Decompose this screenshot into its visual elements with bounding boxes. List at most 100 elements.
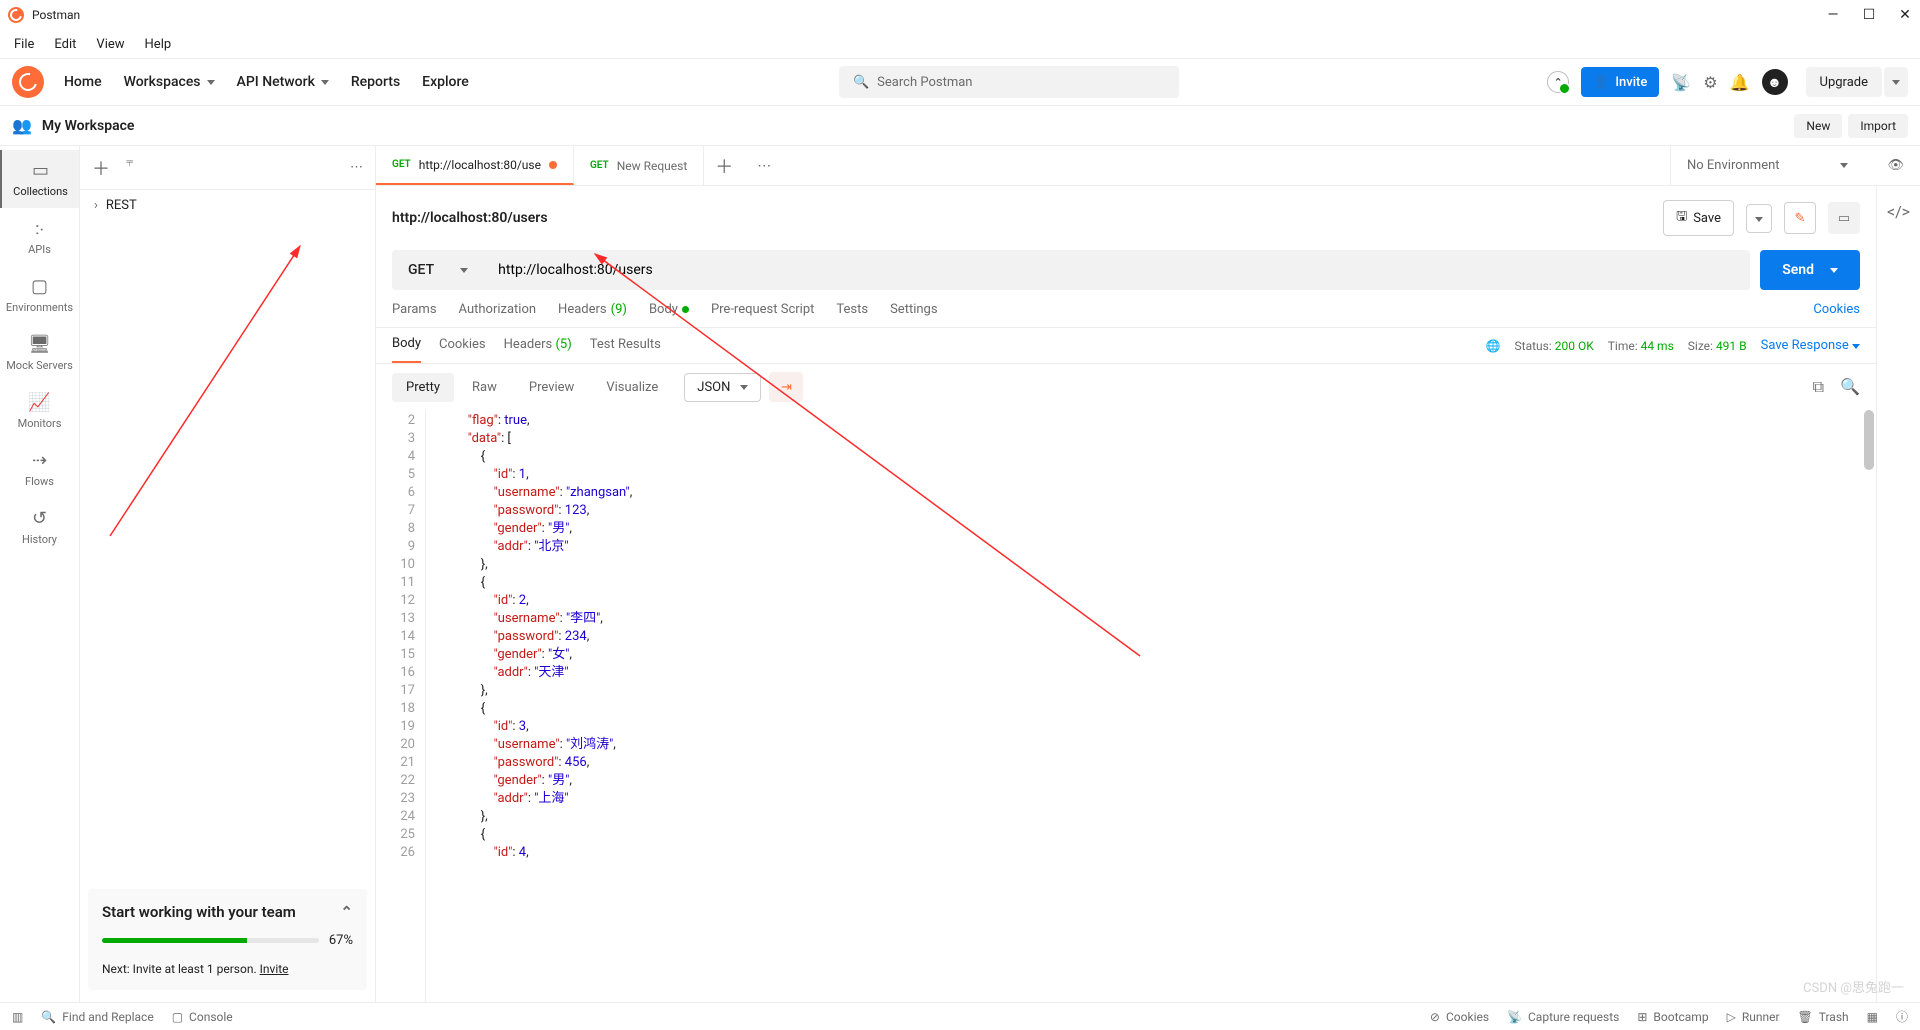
tree-item-rest[interactable]: › REST [80, 190, 375, 221]
window-minimize-icon[interactable]: — [1826, 7, 1840, 23]
menu-view[interactable]: View [88, 35, 132, 54]
footer-layout-icon[interactable]: ▦ [1867, 1010, 1878, 1024]
footer-trash[interactable]: 🗑 Trash [1798, 1010, 1849, 1024]
chevron-down-icon [460, 268, 468, 273]
comment-icon[interactable]: ▭ [1828, 202, 1860, 234]
format-selector[interactable]: JSON [684, 373, 761, 402]
globe-icon[interactable]: 🌐 [1486, 339, 1501, 353]
cookies-link[interactable]: Cookies [1813, 302, 1860, 327]
time-label: Time: 44 ms [1608, 339, 1674, 353]
avatar[interactable]: ☻ [1762, 69, 1788, 95]
code-snippet-icon[interactable]: </> [1887, 202, 1910, 221]
progress-bar [102, 938, 319, 943]
nav-reports[interactable]: Reports [349, 70, 402, 94]
footer-runner[interactable]: ▷ Runner [1727, 1010, 1780, 1024]
flows-icon: ⇢ [32, 450, 47, 471]
scrollbar[interactable] [1864, 410, 1874, 470]
save-button[interactable]: 🖫Save [1663, 200, 1734, 236]
footer-find-replace[interactable]: 🔍Find and Replace [41, 1010, 153, 1024]
footer-help-icon[interactable]: ⓘ [1896, 1008, 1908, 1025]
resp-tab-body[interactable]: Body [392, 336, 421, 363]
upgrade-button[interactable]: Upgrade [1806, 67, 1882, 97]
new-button[interactable]: New [1794, 114, 1842, 138]
tab-body[interactable]: Body [649, 302, 689, 327]
menu-help[interactable]: Help [137, 35, 180, 54]
settings-icon[interactable]: ⚙ [1703, 73, 1717, 92]
resp-tab-cookies[interactable]: Cookies [439, 337, 486, 362]
window-close-icon[interactable]: ✕ [1898, 7, 1912, 23]
progress-percent: 67% [329, 933, 353, 948]
footer-cookies[interactable]: ⊘ Cookies [1430, 1010, 1489, 1024]
sync-status-icon[interactable]: ⌃ [1547, 71, 1569, 93]
save-response-button[interactable]: Save Response [1761, 338, 1860, 353]
nav-explore[interactable]: Explore [420, 70, 471, 94]
rail-flows[interactable]: ⇢Flows [0, 440, 79, 498]
resp-tab-headers[interactable]: Headers (5) [504, 337, 572, 362]
wrap-lines-icon[interactable]: ⇥ [769, 372, 803, 402]
rail-environments[interactable]: ▢Environments [0, 266, 79, 324]
send-button[interactable]: Send [1760, 250, 1860, 290]
upgrade-caret[interactable] [1884, 67, 1908, 97]
search-input[interactable]: 🔍 Search Postman [839, 66, 1179, 98]
save-icon: 🖫 [1676, 207, 1687, 229]
apis-icon: ჻ [35, 218, 43, 239]
tab-label: New Request [617, 159, 688, 173]
postman-logo-icon[interactable] [12, 66, 44, 98]
chevron-down-icon [207, 80, 215, 85]
copy-icon[interactable]: ⧉ [1813, 377, 1824, 397]
satellite-icon[interactable]: 📡 [1671, 73, 1691, 92]
request-title: http://localhost:80/users [392, 210, 548, 226]
method-selector[interactable]: GET [392, 250, 484, 290]
rail-monitors[interactable]: 📈Monitors [0, 382, 79, 440]
rail-collections[interactable]: ▭Collections [0, 150, 79, 208]
tab-headers[interactable]: Headers (9) [558, 302, 627, 327]
footer-sidebar-toggle[interactable]: ▥ [12, 1010, 23, 1024]
footer-console[interactable]: ▢Console [172, 1010, 233, 1024]
collections-icon: ▭ [32, 160, 49, 181]
nav-api-network[interactable]: API Network [235, 70, 331, 94]
search-response-icon[interactable]: 🔍 [1840, 377, 1860, 397]
invite-link[interactable]: Invite [260, 962, 289, 976]
collapse-icon[interactable]: ⌃ [340, 903, 353, 921]
nav-home[interactable]: Home [62, 70, 104, 94]
monitors-icon: 📈 [28, 392, 50, 413]
view-raw[interactable]: Raw [458, 373, 511, 402]
invite-button[interactable]: 👤Invite [1581, 67, 1659, 97]
eye-icon[interactable]: 👁 [1887, 158, 1904, 173]
add-icon[interactable]: ＋ [92, 155, 110, 181]
menu-edit[interactable]: Edit [46, 35, 84, 54]
workspace-name[interactable]: My Workspace [42, 118, 135, 134]
view-visualize[interactable]: Visualize [592, 373, 672, 402]
resp-tab-test-results[interactable]: Test Results [590, 337, 661, 362]
footer-capture[interactable]: 📡 Capture requests [1507, 1010, 1619, 1024]
tab-request-1[interactable]: GET http://localhost:80/use [376, 146, 574, 185]
edit-icon[interactable]: ✎ [1784, 202, 1816, 234]
save-caret[interactable] [1746, 204, 1772, 233]
view-pretty[interactable]: Pretty [392, 373, 454, 402]
view-preview[interactable]: Preview [515, 373, 588, 402]
rail-history[interactable]: ↺History [0, 498, 79, 556]
rail-mock-servers[interactable]: 🖥Mock Servers [0, 324, 79, 382]
import-button[interactable]: Import [1848, 114, 1908, 138]
tab-authorization[interactable]: Authorization [459, 302, 537, 327]
window-maximize-icon[interactable]: ☐ [1862, 7, 1876, 23]
tab-params[interactable]: Params [392, 302, 437, 327]
footer-bootcamp[interactable]: ⊞ Bootcamp [1637, 1010, 1708, 1024]
url-input[interactable] [484, 250, 1750, 290]
unsaved-dot-icon [549, 161, 557, 169]
menu-file[interactable]: File [6, 35, 42, 54]
tab-tests[interactable]: Tests [836, 302, 868, 327]
filter-icon[interactable]: ⫧ [126, 155, 133, 181]
response-body[interactable]: 2345678910111213141516171819202122232425… [376, 410, 1876, 1002]
environment-selector[interactable]: No Environment [1687, 158, 1848, 173]
tab-pre-request[interactable]: Pre-request Script [711, 302, 814, 327]
tab-request-2[interactable]: GET New Request [574, 146, 704, 185]
rail-apis[interactable]: ჻APIs [0, 208, 79, 266]
chevron-right-icon: › [94, 198, 98, 213]
tab-settings[interactable]: Settings [890, 302, 937, 327]
more-icon[interactable]: ⋯ [350, 160, 363, 175]
nav-workspaces[interactable]: Workspaces [122, 70, 217, 94]
tab-more-icon[interactable]: ⋯ [744, 146, 784, 185]
notifications-icon[interactable]: 🔔 [1730, 73, 1750, 92]
add-tab-button[interactable]: ＋ [704, 146, 744, 185]
